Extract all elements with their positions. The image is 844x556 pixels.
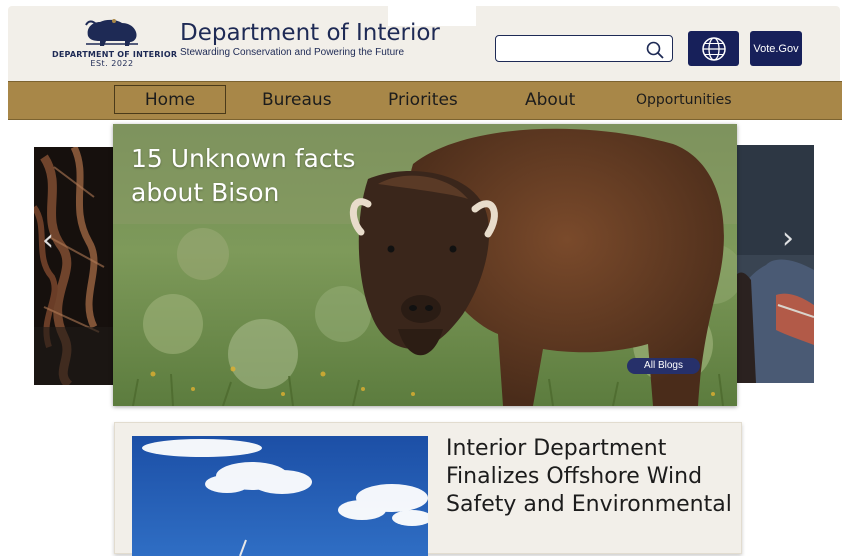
nav-item-opportunities[interactable]: Opportunities: [636, 82, 732, 119]
globe-icon: [701, 36, 726, 61]
news-image[interactable]: [132, 436, 428, 556]
nav-item-bureaus[interactable]: Bureaus: [262, 82, 332, 119]
nav-item-priorities[interactable]: Priorites: [388, 82, 458, 119]
carousel-next-slide[interactable]: ›: [736, 145, 814, 383]
next-slide-image: [736, 145, 814, 383]
chevron-left-icon[interactable]: ‹: [42, 223, 54, 258]
site-title: Department of Interior: [180, 20, 440, 46]
chevron-right-icon[interactable]: ›: [782, 221, 794, 256]
news-headline[interactable]: Interior Department Finalizes Offshore W…: [446, 435, 736, 519]
carousel-prev-slide[interactable]: ‹: [34, 147, 114, 385]
search-icon[interactable]: [646, 41, 664, 59]
logo-established: ESt. 2022: [90, 59, 134, 68]
sky-photo: [132, 436, 428, 556]
search-box[interactable]: [495, 35, 673, 62]
site-tagline: Stewarding Conservation and Powering the…: [180, 47, 405, 58]
all-blogs-button[interactable]: All Blogs: [627, 358, 700, 374]
news-card[interactable]: Interior Department Finalizes Offshore W…: [114, 422, 742, 556]
prev-slide-image: [34, 147, 114, 385]
logo-name: DEPARTMENT OF INTERIOR: [52, 50, 178, 59]
main-nav: Home Bureaus Priorites About Opportuniti…: [8, 81, 842, 120]
nav-item-about[interactable]: About: [525, 82, 575, 119]
hero-title[interactable]: 15 Unknown facts about Bison: [131, 142, 411, 210]
hero-slide[interactable]: 15 Unknown facts about Bison All Blogs: [113, 124, 737, 406]
bison-icon: [85, 19, 138, 46]
language-button[interactable]: [688, 31, 739, 66]
nav-item-home[interactable]: Home: [114, 85, 226, 114]
vote-gov-button[interactable]: Vote.Gov: [750, 31, 802, 66]
department-logo[interactable]: DEPARTMENT OF INTERIOR ESt. 2022: [52, 16, 178, 82]
search-input[interactable]: [502, 39, 636, 60]
